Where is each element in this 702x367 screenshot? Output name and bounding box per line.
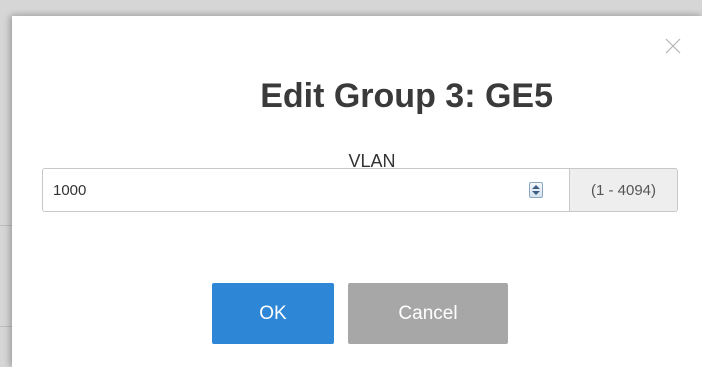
vlan-range-hint: (1 - 4094) (569, 168, 678, 212)
vlan-input-group: (1 - 4094) (42, 168, 678, 212)
cancel-button[interactable]: Cancel (348, 283, 508, 344)
close-icon (665, 38, 681, 54)
vlan-input[interactable] (43, 169, 533, 211)
spinner-icon[interactable] (529, 182, 543, 198)
edit-group-dialog: Edit Group 3: GE5 VLAN (1 - 4094) OK Can… (12, 16, 702, 367)
close-button[interactable] (665, 38, 681, 54)
vlan-number-field (42, 168, 569, 212)
spinner-up-arrow[interactable] (532, 185, 540, 189)
spinner-down-arrow[interactable] (532, 191, 540, 195)
ok-button[interactable]: OK (212, 283, 334, 344)
dialog-title: Edit Group 3: GE5 (260, 77, 553, 115)
